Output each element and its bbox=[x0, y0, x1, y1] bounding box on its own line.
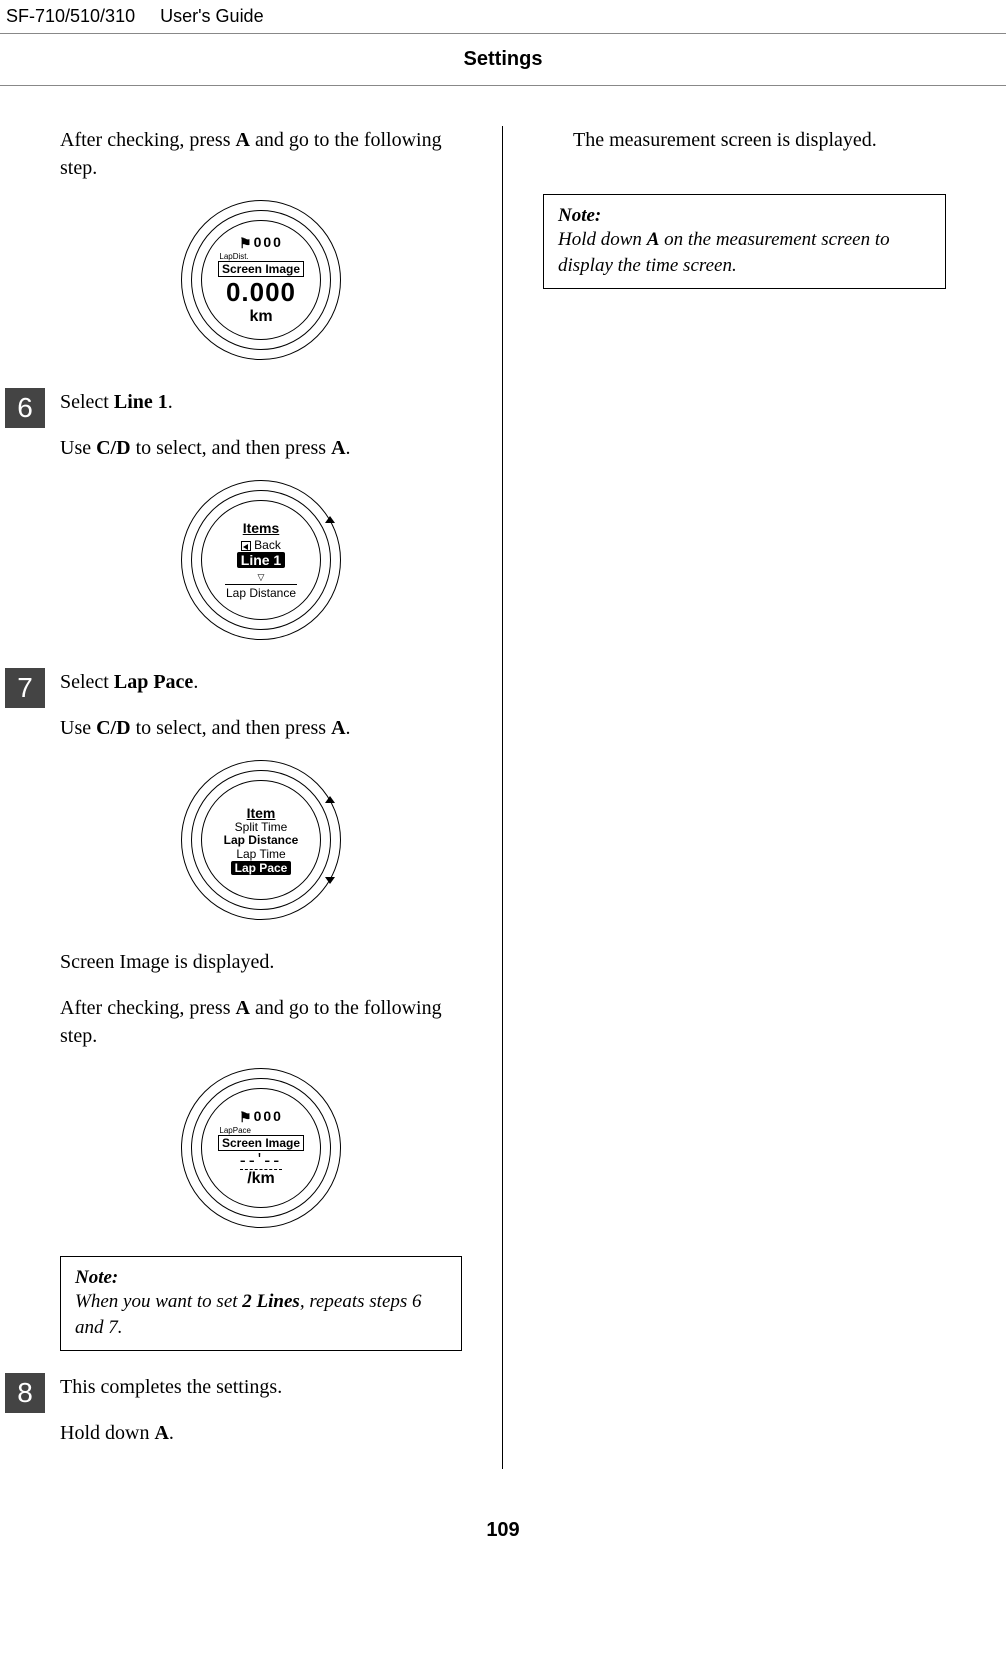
section-title-bar: Settings bbox=[0, 33, 1006, 86]
step7-line1: Select Lap Pace. bbox=[60, 668, 462, 696]
step7-after1: Screen Image is displayed. bbox=[60, 948, 462, 976]
section-title: Settings bbox=[0, 34, 1006, 85]
note-body: When you want to set 2 Lines, repeats st… bbox=[75, 1289, 447, 1340]
page-number: 109 bbox=[0, 1499, 1006, 1572]
figure-item-menu: Item Split Time Lap Distance Lap Time La… bbox=[60, 760, 462, 920]
intro-text: After checking, press A and go to the fo… bbox=[60, 126, 462, 182]
document-header: SF-710/510/310 User's Guide bbox=[0, 0, 1006, 33]
step-number-8: 8 bbox=[5, 1373, 45, 1413]
note-label: Note: bbox=[558, 205, 931, 227]
note-label: Note: bbox=[75, 1267, 447, 1289]
step-6-block: 6 Select Line 1. Use C/D to select, and … bbox=[60, 388, 462, 640]
step7-line2: Use C/D to select, and then press A. bbox=[60, 714, 462, 742]
figure-screen-image-2: ⚑000 LapPace Screen Image --'-- /km bbox=[60, 1068, 462, 1228]
up-arrow-icon bbox=[325, 796, 335, 803]
right-column: The measurement screen is displayed. Not… bbox=[503, 126, 1006, 1469]
note-box-measurement: Note: Hold down A on the measurement scr… bbox=[543, 194, 946, 289]
step8-line1: This completes the settings. bbox=[60, 1373, 462, 1401]
watch-illustration: ⚑000 LapDist. Screen Image 0.000 km bbox=[181, 200, 341, 360]
figure-screen-image-1: ⚑000 LapDist. Screen Image 0.000 km bbox=[60, 200, 462, 360]
back-icon bbox=[241, 541, 251, 551]
flag-icon: ⚑ bbox=[239, 1109, 252, 1126]
note-box-2lines: Note: When you want to set 2 Lines, repe… bbox=[60, 1256, 462, 1351]
model-number: SF-710/510/310 bbox=[6, 6, 135, 26]
step6-line1: Select Line 1. bbox=[60, 388, 462, 416]
up-arrow-icon bbox=[325, 516, 335, 523]
step-number-7: 7 bbox=[5, 668, 45, 708]
watch-illustration: ⚑000 LapPace Screen Image --'-- /km bbox=[181, 1068, 341, 1228]
step-7-block: 7 Select Lap Pace. Use C/D to select, an… bbox=[60, 668, 462, 1351]
step8-line2: Hold down A. bbox=[60, 1419, 462, 1447]
step-number-6: 6 bbox=[5, 388, 45, 428]
watch-illustration: Items Back Line 1 ▽ Lap Distance bbox=[181, 480, 341, 640]
guide-label: User's Guide bbox=[160, 6, 263, 26]
page: SF-710/510/310 User's Guide Settings Aft… bbox=[0, 0, 1006, 1572]
down-arrow-icon bbox=[325, 877, 335, 884]
note-body: Hold down A on the measurement screen to… bbox=[558, 227, 931, 278]
selected-item: Lap Pace bbox=[231, 861, 292, 875]
step7-after2: After checking, press A and go to the fo… bbox=[60, 994, 462, 1050]
content-columns: After checking, press A and go to the fo… bbox=[0, 86, 1006, 1499]
left-column: After checking, press A and go to the fo… bbox=[0, 126, 503, 1469]
intro-block: After checking, press A and go to the fo… bbox=[60, 126, 462, 360]
flag-icon: ⚑ bbox=[239, 235, 252, 252]
step-8-block: 8 This completes the settings. Hold down… bbox=[60, 1373, 462, 1447]
right-intro: The measurement screen is displayed. bbox=[543, 126, 946, 154]
selected-item: Line 1 bbox=[237, 552, 285, 568]
figure-items-menu: Items Back Line 1 ▽ Lap Distance bbox=[60, 480, 462, 640]
step6-line2: Use C/D to select, and then press A. bbox=[60, 434, 462, 462]
watch-illustration: Item Split Time Lap Distance Lap Time La… bbox=[181, 760, 341, 920]
